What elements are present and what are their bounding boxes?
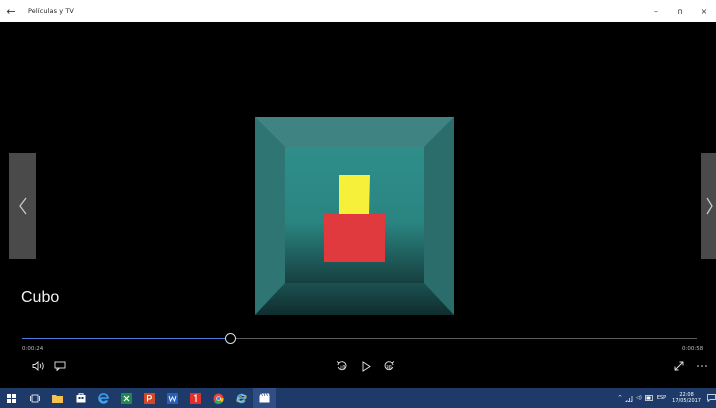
next-button[interactable] <box>701 153 716 259</box>
more-button[interactable] <box>694 359 710 373</box>
minimize-icon: – <box>654 6 658 16</box>
play-button[interactable] <box>358 359 374 373</box>
powerpoint-button[interactable] <box>138 388 161 408</box>
skip-forward-30-icon <box>384 361 395 371</box>
task-view-button[interactable] <box>23 388 46 408</box>
volume-icon <box>32 361 44 371</box>
language-indicator[interactable]: ESP <box>657 395 666 401</box>
edge-icon <box>98 392 109 404</box>
edge-button[interactable] <box>92 388 115 408</box>
title-bar: ← Películas y TV – ᴨ × <box>0 0 716 22</box>
powerpoint-icon <box>144 392 155 404</box>
subtitles-button[interactable] <box>52 359 68 373</box>
seek-bar-thumb[interactable] <box>225 333 237 344</box>
notifications-icon[interactable] <box>707 394 716 402</box>
video-surface[interactable]: Cubo 0:00:24 0:00:58 <box>0 22 716 388</box>
video-caption: Cubo <box>21 289 60 306</box>
yellow-block <box>339 175 370 215</box>
tray-chevron-up-icon[interactable]: ^ <box>618 395 622 401</box>
fullscreen-icon <box>674 361 684 371</box>
red-app-button[interactable] <box>184 388 207 408</box>
back-button[interactable]: ← <box>0 0 22 22</box>
movies-tv-icon <box>259 393 270 403</box>
file-explorer-button[interactable] <box>46 388 69 408</box>
window-controls: – ᴨ × <box>644 0 716 22</box>
subtitles-icon <box>54 361 66 371</box>
file-explorer-icon <box>52 394 63 403</box>
skip-back-10-icon <box>336 361 347 371</box>
windows-start-icon <box>7 393 16 403</box>
close-button[interactable]: × <box>692 0 716 22</box>
window-title: Películas y TV <box>28 7 74 15</box>
task-view-icon <box>29 394 40 402</box>
minimize-button[interactable]: – <box>644 0 668 22</box>
skip-back-button[interactable] <box>334 359 350 373</box>
total-time: 0:00:58 <box>682 346 704 352</box>
excel-button[interactable] <box>115 388 138 408</box>
chrome-button[interactable] <box>207 388 230 408</box>
word-icon <box>167 392 178 404</box>
close-icon: × <box>700 6 708 16</box>
start-button[interactable] <box>0 388 23 408</box>
play-icon <box>362 360 371 372</box>
more-icon <box>697 365 707 367</box>
volume-button[interactable] <box>30 359 46 373</box>
current-time: 0:00:24 <box>22 346 44 352</box>
internet-explorer-icon <box>236 393 247 403</box>
chevron-left-icon <box>18 197 26 215</box>
skip-forward-button[interactable] <box>381 359 397 373</box>
system-tray: ^ ◁) ESP 22:08 17/05/2017 <box>615 388 716 408</box>
store-button[interactable] <box>69 388 92 408</box>
video-frame-cube <box>255 117 454 315</box>
excel-icon <box>121 392 132 404</box>
seek-bar-progress <box>22 338 232 339</box>
movies-tv-button[interactable] <box>253 388 276 408</box>
network-icon[interactable] <box>625 395 633 402</box>
chevron-right-icon <box>705 197 713 215</box>
back-arrow-icon: ← <box>6 4 16 18</box>
previous-button[interactable] <box>9 153 36 259</box>
movies-tv-window: ← Películas y TV – ᴨ × Cubo 0:00:24 0:00… <box>0 0 716 408</box>
battery-icon[interactable] <box>644 395 654 401</box>
clock[interactable]: 22:08 17/05/2017 <box>669 392 704 404</box>
tray-volume-icon[interactable]: ◁) <box>636 395 642 401</box>
word-button[interactable] <box>161 388 184 408</box>
chrome-icon <box>213 393 224 404</box>
store-icon <box>76 393 85 403</box>
taskbar: ^ ◁) ESP 22:08 17/05/2017 <box>0 388 716 408</box>
fullscreen-button[interactable] <box>671 359 687 373</box>
maximize-button[interactable]: ᴨ <box>668 0 692 22</box>
red-block <box>324 214 385 262</box>
seek-bar[interactable] <box>22 333 697 344</box>
red-app-icon <box>190 392 201 404</box>
clock-date: 17/05/2017 <box>672 398 701 404</box>
internet-explorer-button[interactable] <box>230 388 253 408</box>
maximize-icon: ᴨ <box>677 6 683 16</box>
